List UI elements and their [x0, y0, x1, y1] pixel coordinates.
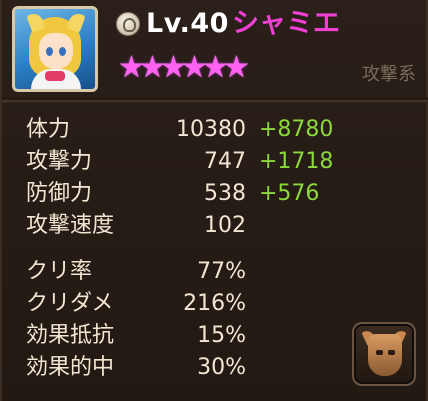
rune-icon [116, 12, 140, 36]
stat-bonus-value: +576 [259, 181, 320, 206]
monster-header: Lv.40 シャミエ ★ ★ ★ ★ ★ ★ 攻撃系 [2, 0, 428, 98]
stat-base-value: 15% [197, 323, 246, 348]
stat-bonus-value: +1718 [259, 149, 334, 174]
star-rating: ★ ★ ★ ★ ★ ★ [118, 50, 250, 85]
monster-name: シャミエ [232, 8, 340, 39]
stat-label: 攻撃力 [26, 149, 93, 174]
stat-base-value: 216% [183, 291, 246, 316]
stat-label: 防御力 [26, 181, 93, 206]
star-icon: ★ [181, 50, 208, 85]
stat-label: クリダメ [26, 291, 114, 316]
stat-label: 効果抵抗 [26, 323, 115, 348]
monster-info-panel: Lv.40 シャミエ ★ ★ ★ ★ ★ ★ 攻撃系 体力 10380 +8780 攻撃力… [0, 0, 428, 401]
skill-mask-button[interactable] [352, 322, 416, 386]
stat-row-attack: 攻撃力 747 +1718 [2, 146, 428, 178]
mask-icon-eye [388, 350, 395, 355]
stat-row-defense: 防御力 538 +576 [2, 178, 428, 210]
stat-base-value: 77% [197, 259, 246, 284]
star-icon: ★ [118, 50, 145, 85]
monster-portrait[interactable] [12, 6, 98, 92]
mask-icon-eye [376, 350, 383, 355]
stat-base-value: 102 [204, 213, 246, 238]
star-icon: ★ [202, 50, 229, 85]
stat-base-value: 538 [204, 181, 246, 206]
stat-row-crit-damage: クリダメ 216% [2, 288, 428, 320]
stat-label: クリ率 [26, 259, 93, 284]
stat-label: 攻撃速度 [26, 213, 115, 238]
stat-row-hp: 体力 10380 +8780 [2, 114, 428, 146]
stat-bonus-value: +8780 [259, 117, 334, 142]
portrait-eye [46, 47, 53, 56]
mask-icon [368, 334, 402, 376]
star-icon: ★ [139, 50, 166, 85]
monster-level: Lv.40 [146, 8, 229, 39]
stat-base-value: 747 [204, 149, 246, 174]
stat-base-value: 30% [197, 355, 246, 380]
stat-label: 体力 [26, 117, 71, 142]
star-icon: ★ [223, 50, 250, 85]
stat-row-speed: 攻撃速度 102 [2, 210, 428, 242]
stat-label: 効果的中 [26, 355, 115, 380]
monster-type: 攻撃系 [362, 64, 416, 85]
header-divider [2, 98, 428, 103]
portrait-eye [59, 47, 66, 56]
stat-base-value: 10380 [176, 117, 246, 142]
stats-spacer [2, 242, 428, 256]
portrait-face [39, 33, 73, 69]
portrait-bow [45, 71, 65, 81]
star-icon: ★ [160, 50, 187, 85]
stat-row-crit-rate: クリ率 77% [2, 256, 428, 288]
